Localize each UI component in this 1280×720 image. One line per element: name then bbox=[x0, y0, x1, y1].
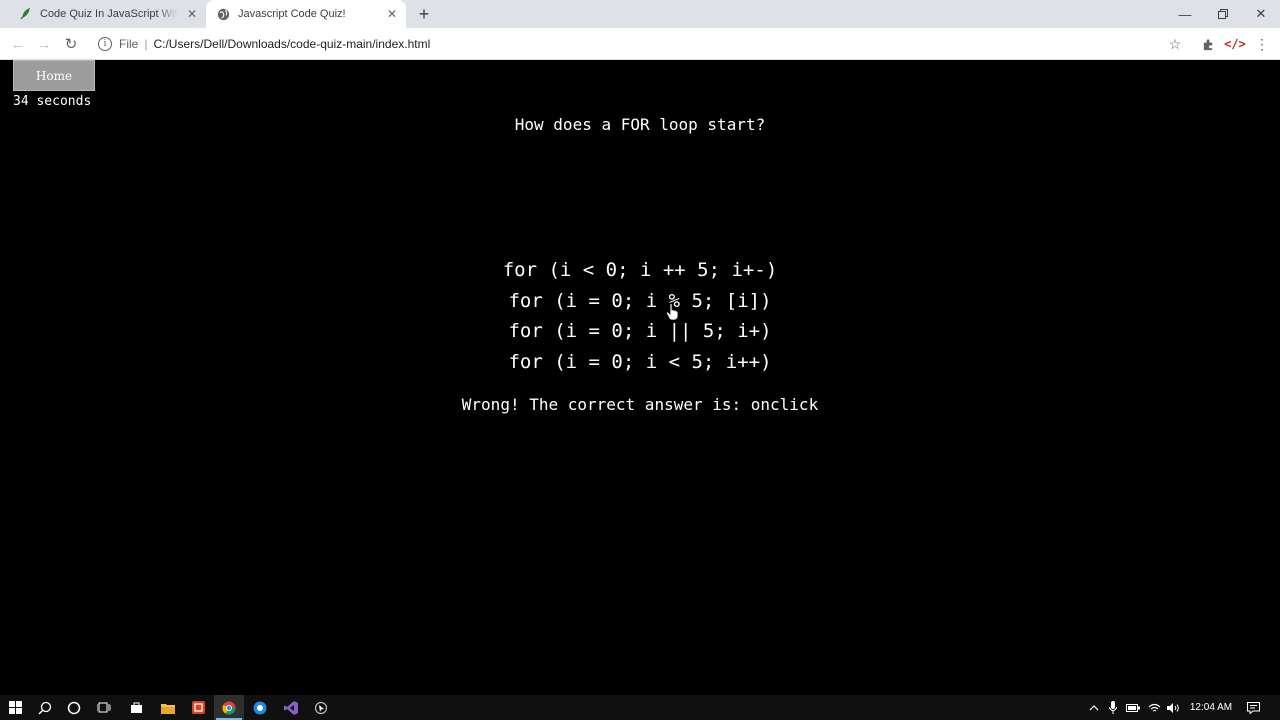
back-arrow-icon[interactable]: ← bbox=[7, 33, 29, 55]
answer-choice[interactable]: for (i = 0; i % 5; [i]) bbox=[440, 286, 840, 317]
app-cursor-icon[interactable] bbox=[306, 695, 336, 720]
quiz-page: Home 34 seconds How does a FOR loop star… bbox=[0, 60, 1280, 695]
answer-choices: for (i < 0; i ++ 5; i+-) for (i = 0; i %… bbox=[440, 255, 840, 378]
feedback-text: Wrong! The correct answer is: onclick bbox=[461, 395, 819, 414]
address-bar[interactable]: i File | C:/Users/Dell/Downloads/code-qu… bbox=[92, 31, 1202, 56]
url-scheme: File bbox=[119, 36, 139, 51]
close-icon[interactable]: ✕ bbox=[184, 6, 200, 22]
devtools-extension-icon[interactable]: </> bbox=[1224, 33, 1246, 55]
chrome-icon[interactable] bbox=[214, 695, 244, 720]
info-icon[interactable]: i bbox=[98, 36, 112, 51]
volume-icon[interactable] bbox=[1164, 695, 1182, 720]
microphone-icon[interactable] bbox=[1104, 695, 1122, 720]
tab-code-quiz-tutorial[interactable]: Code Quiz In JavaScript With Sou ✕ bbox=[8, 0, 206, 28]
answer-choice[interactable]: for (i = 0; i < 5; i++) bbox=[440, 347, 840, 378]
battery-icon[interactable] bbox=[1124, 695, 1142, 720]
windows-start-icon[interactable] bbox=[0, 695, 30, 720]
answer-choice[interactable]: for (i = 0; i || 5; i+) bbox=[440, 316, 840, 347]
visual-studio-icon[interactable] bbox=[276, 695, 306, 720]
bookmark-star-icon[interactable]: ☆ bbox=[1164, 33, 1186, 55]
taskbar-clock[interactable]: 12:04 AM bbox=[1183, 695, 1239, 720]
home-button[interactable]: Home bbox=[13, 60, 95, 91]
browser-tab-strip: Code Quiz In JavaScript With Sou ✕ Javas… bbox=[0, 0, 1280, 28]
new-tab-button[interactable]: + bbox=[414, 4, 434, 24]
tab-javascript-code-quiz[interactable]: Javascript Code Quiz! ✕ bbox=[206, 0, 406, 28]
app-blue-circle-icon[interactable] bbox=[245, 695, 275, 720]
minimize-icon[interactable]: — bbox=[1166, 0, 1204, 28]
cortana-icon[interactable] bbox=[59, 695, 89, 720]
task-view-icon[interactable] bbox=[89, 695, 119, 720]
search-icon[interactable] bbox=[30, 695, 60, 720]
extensions-puzzle-icon[interactable] bbox=[1197, 33, 1219, 55]
browser-toolbar: ← → ↻ i File | C:/Users/Dell/Downloads/c… bbox=[0, 28, 1280, 60]
reload-icon[interactable]: ↻ bbox=[60, 33, 82, 55]
store-bag-icon[interactable] bbox=[121, 695, 151, 720]
wifi-icon[interactable] bbox=[1145, 695, 1163, 720]
question-text: How does a FOR loop start? bbox=[514, 115, 766, 134]
chevron-up-icon[interactable] bbox=[1085, 695, 1103, 720]
window-close-icon[interactable]: ✕ bbox=[1242, 0, 1280, 28]
globe-favicon-icon bbox=[216, 7, 230, 21]
kebab-menu-icon[interactable]: ⋮ bbox=[1251, 33, 1273, 55]
restore-icon[interactable] bbox=[1204, 0, 1242, 28]
feather-favicon-icon bbox=[18, 7, 32, 21]
file-explorer-icon[interactable] bbox=[153, 695, 183, 720]
office-app-icon[interactable] bbox=[183, 695, 213, 720]
windows-taskbar: 12:04 AM bbox=[0, 695, 1280, 720]
close-icon[interactable]: ✕ bbox=[384, 6, 400, 22]
timer: 34 seconds bbox=[13, 94, 92, 109]
tab-title: Javascript Code Quiz! bbox=[238, 8, 346, 20]
url-text: C:/Users/Dell/Downloads/code-quiz-main/i… bbox=[153, 36, 431, 51]
url-separator: | bbox=[144, 36, 148, 51]
action-center-icon[interactable] bbox=[1244, 695, 1262, 720]
answer-choice[interactable]: for (i < 0; i ++ 5; i+-) bbox=[440, 255, 840, 286]
tab-title: Code Quiz In JavaScript With Sou bbox=[40, 8, 178, 20]
hand-cursor-icon bbox=[665, 303, 679, 321]
forward-arrow-icon[interactable]: → bbox=[33, 33, 55, 55]
screen: Code Quiz In JavaScript With Sou ✕ Javas… bbox=[0, 0, 1280, 720]
